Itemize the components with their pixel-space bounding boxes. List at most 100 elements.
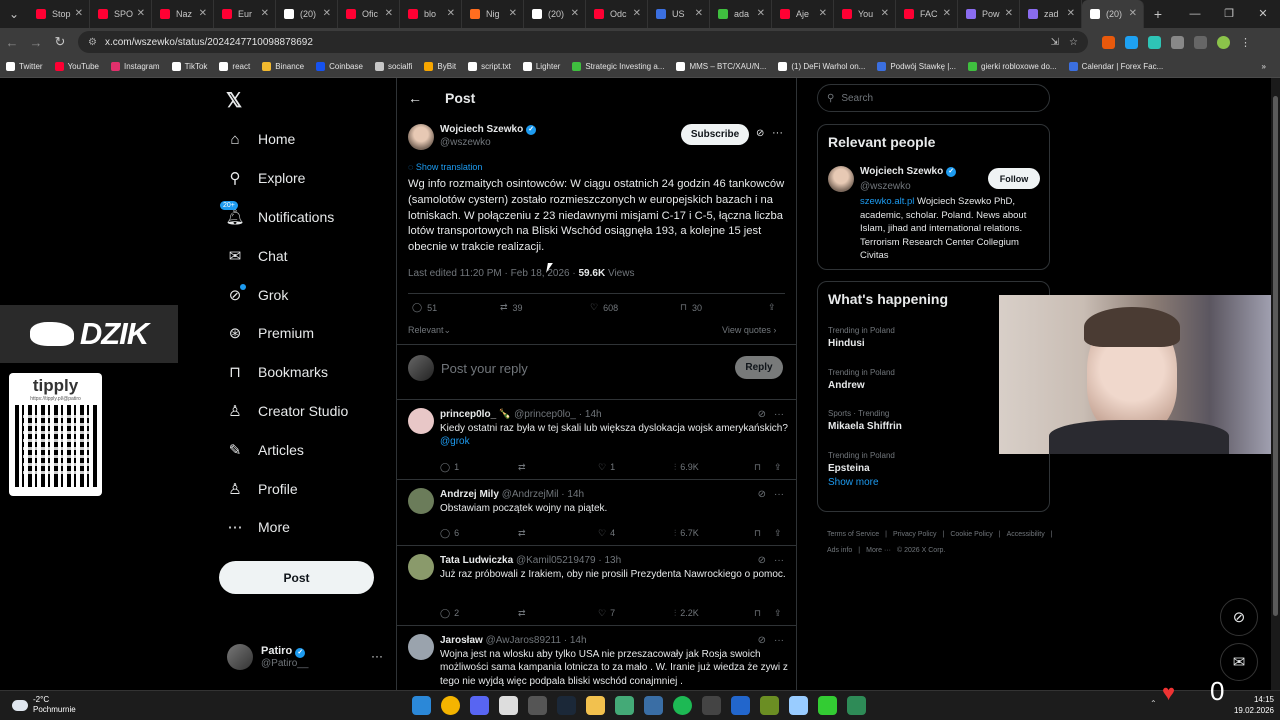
discord-icon[interactable]: [470, 696, 489, 715]
person-name[interactable]: Wojciech Szewko ✓: [860, 166, 957, 177]
tab-search-icon[interactable]: ⌄: [0, 0, 28, 28]
reply-item[interactable]: Andrzej Mily @AndrzejMil · 14h ⊘ ··· Obstaw…: [397, 480, 796, 546]
browser-tab[interactable]: zad ✕: [1020, 0, 1082, 28]
avatar[interactable]: [828, 166, 854, 192]
bookmark-item[interactable]: Calendar | Forex Fac...: [1068, 62, 1163, 71]
browser-tab[interactable]: Stop ✕: [28, 0, 90, 28]
grok-icon[interactable]: ⊘: [758, 635, 766, 646]
install-icon[interactable]: ⇲: [1051, 37, 1059, 48]
reply-author-name[interactable]: princep0lo_ 🍾: [440, 409, 511, 420]
like-button[interactable]: ♡ 7: [598, 608, 615, 619]
extension-icon[interactable]: [1125, 35, 1138, 49]
reply-author-handle[interactable]: @Kamil05219479: [516, 555, 596, 566]
folder-icon[interactable]: [586, 696, 605, 715]
reply-time[interactable]: 14h: [585, 409, 602, 420]
app-icon[interactable]: [615, 696, 634, 715]
tab-close-icon[interactable]: ✕: [509, 8, 517, 19]
footer-link[interactable]: Privacy Policy: [893, 527, 937, 543]
like-button[interactable]: ♡ 608: [590, 302, 618, 313]
like-button[interactable]: ♡ 4: [598, 528, 615, 539]
minimize-icon[interactable]: —: [1178, 0, 1212, 28]
trend-item[interactable]: Sports · Trending Mikaela Shiffrin: [828, 409, 902, 432]
reply-time[interactable]: 14h: [567, 489, 584, 500]
repost-button[interactable]: ⇄: [518, 528, 530, 539]
extensions-puzzle-icon[interactable]: [1171, 35, 1184, 49]
compose-post-button[interactable]: Post: [219, 561, 374, 594]
bookmarks-more-icon[interactable]: »: [1262, 62, 1280, 71]
reply-item[interactable]: princep0lo_ 🍾 @princep0lo_ · 14h ⊘ ··· Kied…: [397, 400, 796, 480]
tab-close-icon[interactable]: ✕: [199, 8, 207, 19]
tab-close-icon[interactable]: ✕: [881, 8, 889, 19]
bookmark-button[interactable]: ⊓: [754, 528, 761, 539]
sidebar-item-grok[interactable]: ⊘ Grok: [226, 275, 348, 314]
share-icon[interactable]: ⇪: [768, 302, 776, 313]
chrome-icon[interactable]: [441, 696, 460, 715]
search-input[interactable]: ⚲ Search: [817, 84, 1050, 112]
reply-time[interactable]: 13h: [605, 555, 622, 566]
reply-item[interactable]: Tata Ludwiczka @Kamil05219479 · 13h ⊘ ··· J…: [397, 546, 796, 626]
browser-tab[interactable]: (20) ✕: [276, 0, 338, 28]
tab-close-icon[interactable]: ✕: [261, 8, 269, 19]
grok-icon[interactable]: ⊘: [758, 555, 766, 566]
sidebar-item-explore[interactable]: ⚲ Explore: [226, 159, 348, 198]
footer-link[interactable]: Cookie Policy: [950, 527, 992, 543]
start-icon[interactable]: [412, 696, 431, 715]
tab-close-icon[interactable]: ✕: [757, 8, 765, 19]
browser-tab[interactable]: FAC ✕: [896, 0, 958, 28]
browser-tab[interactable]: Nig ✕: [462, 0, 524, 28]
views-button[interactable]: ⫶ 6.7K: [674, 528, 699, 539]
forward-icon[interactable]: →: [24, 35, 48, 50]
avatar[interactable]: [408, 488, 434, 514]
reply-author-handle[interactable]: @princep0lo_: [514, 409, 576, 420]
person-handle[interactable]: @wszewko: [860, 181, 911, 192]
tray-chevron-icon[interactable]: ⌃: [1150, 699, 1157, 708]
grok-fab-icon[interactable]: ⊘: [1220, 598, 1258, 636]
reply-button[interactable]: ◯ 6: [440, 528, 459, 539]
tab-close-icon[interactable]: ✕: [1005, 8, 1013, 19]
clock[interactable]: 14:15 19.02.2026: [1228, 694, 1274, 716]
extension-icon[interactable]: [1148, 35, 1161, 49]
footer-link[interactable]: © 2026 X Corp.: [897, 543, 945, 559]
messages-fab-icon[interactable]: ✉: [1220, 643, 1258, 681]
account-more-icon[interactable]: ···: [371, 649, 383, 663]
tab-close-icon[interactable]: ✕: [323, 8, 331, 19]
bookmark-item[interactable]: Twitter: [6, 62, 43, 71]
bookmark-item[interactable]: script.txt: [468, 62, 511, 71]
extension-icon[interactable]: [1102, 35, 1115, 49]
steam-icon[interactable]: [557, 696, 576, 715]
sort-dropdown[interactable]: Relevant⌄: [408, 325, 451, 336]
tab-close-icon[interactable]: ✕: [75, 8, 83, 19]
weather-widget[interactable]: -2°C Pochmurnie: [12, 695, 76, 715]
x-app-icon[interactable]: [731, 696, 750, 715]
maximize-icon[interactable]: ❐: [1212, 0, 1246, 28]
tab-close-icon[interactable]: ✕: [943, 8, 951, 19]
trend-item[interactable]: Trending in Poland Andrew: [828, 368, 895, 391]
tab-close-icon[interactable]: ✕: [447, 8, 455, 19]
reply-button[interactable]: ◯ 1: [440, 462, 459, 473]
reply-author-name[interactable]: Tata Ludwiczka: [440, 555, 513, 566]
share-button[interactable]: ⇪: [774, 462, 782, 473]
tab-close-icon[interactable]: ✕: [1129, 8, 1137, 19]
more-options-icon[interactable]: ···: [772, 127, 783, 139]
new-tab-button[interactable]: +: [1144, 6, 1172, 22]
bookmark-item[interactable]: TikTok: [171, 62, 207, 71]
menu-icon[interactable]: ⋮: [1240, 36, 1251, 49]
bookmark-item[interactable]: gierki robloxowe do...: [968, 62, 1057, 71]
post-author[interactable]: Wojciech Szewko ✓ @wszewko: [408, 124, 537, 150]
tab-close-icon[interactable]: ✕: [1067, 8, 1075, 19]
sidebar-item-creator-studio[interactable]: ♙ Creator Studio: [226, 392, 348, 431]
tab-close-icon[interactable]: ✕: [137, 8, 145, 19]
app-icon[interactable]: [789, 696, 808, 715]
repost-button[interactable]: ⇄: [518, 608, 530, 619]
sidebar-item-bookmarks[interactable]: ⊓ Bookmarks: [226, 353, 348, 392]
share-button[interactable]: ⇪: [774, 528, 782, 539]
site-info-icon[interactable]: ⚙: [88, 37, 97, 48]
like-button[interactable]: ♡ 1: [598, 462, 615, 473]
reply-author-handle[interactable]: @AwJaros89211: [486, 635, 561, 646]
spotify-icon[interactable]: [673, 696, 692, 715]
sidebar-item-profile[interactable]: ♙ Profile: [226, 469, 348, 508]
avatar[interactable]: [408, 408, 434, 434]
more-options-icon[interactable]: ···: [774, 555, 784, 566]
browser-tab[interactable]: Pow ✕: [958, 0, 1020, 28]
footer-link[interactable]: Ads info: [827, 543, 852, 559]
